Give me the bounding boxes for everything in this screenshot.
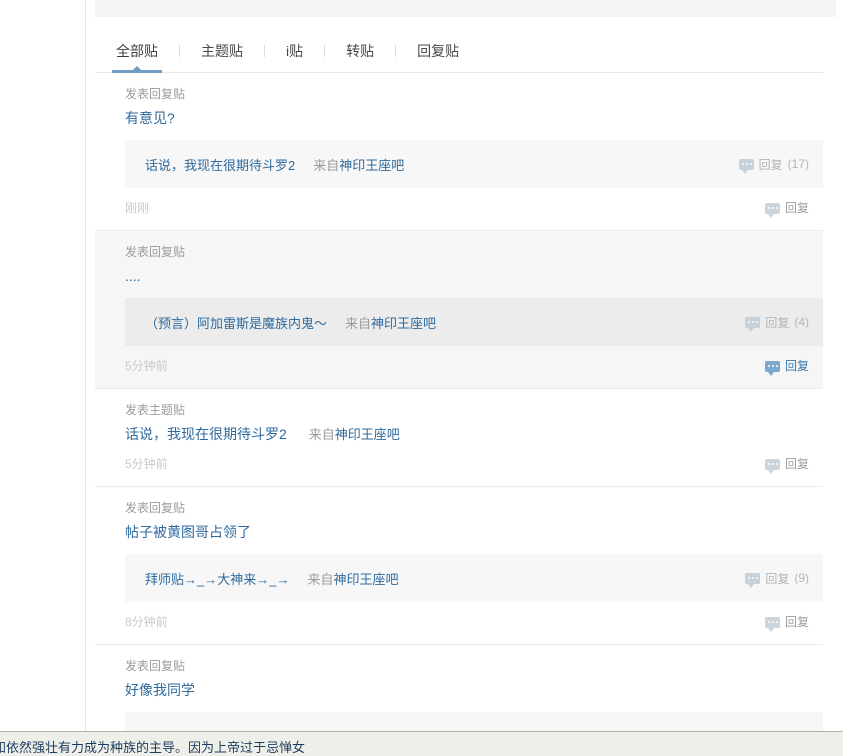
feed-item-highlighted: 发表回复贴 .... （预言）阿加雷斯是魔族内鬼～ 来自神印王座吧 回复 (4) bbox=[95, 231, 823, 389]
source-bar-link[interactable]: 神印王座吧 bbox=[371, 316, 436, 331]
reply-count-number: (17) bbox=[787, 157, 809, 171]
quoted-thread-link[interactable]: 拜师贴→_→大神来→_→ bbox=[145, 569, 289, 588]
quote-box: （预言）阿加雷斯是魔族内鬼～ 来自神印王座吧 回复 (4) bbox=[125, 298, 823, 346]
post-feed: 发表回复贴 有意见? 话说，我现在很期待斗罗2 来自神印王座吧 回复 (17) bbox=[95, 73, 823, 756]
reply-button[interactable]: 回复 bbox=[764, 457, 809, 474]
reply-bubble-icon bbox=[745, 316, 761, 332]
source-bar-link[interactable]: 神印王座吧 bbox=[335, 427, 400, 442]
post-action-label: 发表主题贴 bbox=[125, 403, 186, 417]
reply-count-number: (4) bbox=[794, 315, 809, 329]
quote-reply-count: 回复 (4) bbox=[745, 314, 809, 332]
feed-item: 发表回复贴 有意见? 话说，我现在很期待斗罗2 来自神印王座吧 回复 (17) bbox=[95, 73, 823, 231]
feed-item: 发表主题贴 话说，我现在很期待斗罗2 来自神印王座吧 5分钟前 回复 bbox=[95, 389, 823, 487]
reply-label: 回复 bbox=[784, 359, 809, 373]
tab-bar: 全部贴 主题贴 i贴 转贴 回复贴 bbox=[95, 17, 823, 73]
quote-reply-count: 回复 (9) bbox=[745, 570, 809, 588]
page: 全部贴 主题贴 i贴 转贴 回复贴 发表回复贴 有意见? 话说，我现在很期待斗罗… bbox=[0, 0, 843, 756]
post-action-label: 发表回复贴 bbox=[125, 87, 186, 101]
reply-bubble-icon bbox=[764, 360, 780, 376]
reply-count-number: (9) bbox=[794, 571, 809, 585]
post-time: 5分钟前 bbox=[125, 457, 168, 471]
post-action-label: 发表回复贴 bbox=[125, 659, 186, 673]
reply-bubble-icon bbox=[738, 158, 754, 174]
tab-all-posts[interactable]: 全部贴 bbox=[95, 29, 179, 73]
quoted-thread-link[interactable]: （预言）阿加雷斯是魔族内鬼～ bbox=[145, 313, 327, 332]
reply-label: 回复 bbox=[765, 571, 790, 586]
from-label: 来自 bbox=[308, 427, 335, 442]
reply-label: 回复 bbox=[784, 457, 809, 471]
from-label: 来自 bbox=[313, 157, 340, 173]
left-column-border bbox=[85, 0, 86, 756]
post-time: 8分钟前 bbox=[125, 615, 168, 629]
reply-label: 回复 bbox=[784, 615, 809, 629]
post-title-link[interactable]: 帖子被黄图哥占领了 bbox=[125, 524, 251, 540]
reply-bubble-icon bbox=[764, 458, 780, 474]
quote-box: 话说，我现在很期待斗罗2 来自神印王座吧 回复 (17) bbox=[125, 140, 823, 188]
tab-reposts[interactable]: 转贴 bbox=[325, 29, 395, 72]
main-area: 全部贴 主题贴 i贴 转贴 回复贴 发表回复贴 有意见? 话说，我现在很期待斗罗… bbox=[86, 0, 843, 756]
quote-reply-count: 回复 (17) bbox=[738, 156, 809, 174]
post-time: 刚刚 bbox=[125, 201, 150, 215]
status-bar-text: 知依然强壮有力成为种族的主导。因为上帝过于忌惮女 bbox=[0, 740, 306, 755]
from-label: 来自 bbox=[307, 571, 334, 587]
reply-label: 回复 bbox=[758, 157, 783, 172]
reply-button-hover[interactable]: 回复 bbox=[764, 359, 809, 376]
tab-topic-posts[interactable]: 主题贴 bbox=[180, 29, 264, 72]
content-column: 全部贴 主题贴 i贴 转贴 回复贴 发表回复贴 有意见? 话说，我现在很期待斗罗… bbox=[95, 17, 823, 756]
tab-i-posts[interactable]: i贴 bbox=[265, 29, 324, 72]
status-bar: 知依然强壮有力成为种族的主导。因为上帝过于忌惮女 bbox=[0, 731, 843, 756]
tab-reply-posts[interactable]: 回复贴 bbox=[396, 29, 480, 72]
post-title-link[interactable]: 好像我同学 bbox=[125, 682, 195, 698]
reply-button[interactable]: 回复 bbox=[764, 615, 809, 632]
post-action-label: 发表回复贴 bbox=[125, 245, 186, 259]
post-title-link[interactable]: .... bbox=[125, 268, 141, 284]
reply-bubble-icon bbox=[745, 572, 761, 588]
reply-bubble-icon bbox=[764, 202, 780, 218]
reply-label: 回复 bbox=[765, 315, 790, 330]
post-title-link[interactable]: 有意见? bbox=[125, 110, 175, 126]
post-time: 5分钟前 bbox=[125, 359, 168, 373]
post-title-link[interactable]: 话说，我现在很期待斗罗2 bbox=[125, 426, 287, 442]
source-bar-link[interactable]: 神印王座吧 bbox=[339, 158, 404, 173]
feed-item: 发表回复贴 帖子被黄图哥占领了 拜师贴→_→大神来→_→ 来自神印王座吧 回复 … bbox=[95, 487, 823, 645]
reply-bubble-icon bbox=[764, 616, 780, 632]
quote-box: 拜师贴→_→大神来→_→ 来自神印王座吧 回复 (9) bbox=[125, 554, 823, 602]
reply-label: 回复 bbox=[784, 201, 809, 215]
from-label: 来自 bbox=[345, 315, 372, 331]
post-action-label: 发表回复贴 bbox=[125, 501, 186, 515]
source-bar-link[interactable]: 神印王座吧 bbox=[333, 572, 398, 587]
reply-button[interactable]: 回复 bbox=[764, 201, 809, 218]
quoted-thread-link[interactable]: 话说，我现在很期待斗罗2 bbox=[145, 155, 295, 174]
top-gray-strip bbox=[95, 0, 836, 17]
